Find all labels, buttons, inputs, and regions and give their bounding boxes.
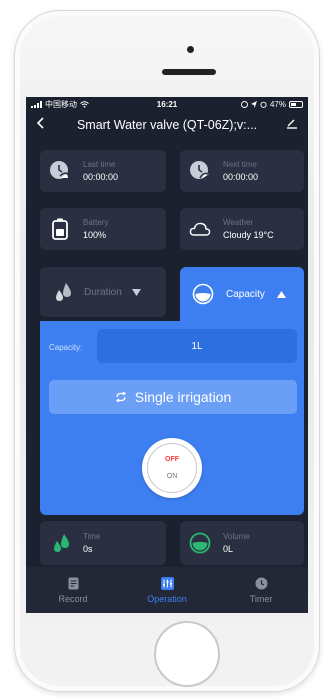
back-icon[interactable] <box>36 116 56 134</box>
tab-operation[interactable]: Operation <box>120 567 214 613</box>
wifi-icon <box>80 100 89 108</box>
next-time-value: 00:00:00 <box>223 172 259 182</box>
bottom-tab-bar: Record Operation Timer <box>26 567 308 613</box>
signal-icon <box>31 100 42 108</box>
edit-icon[interactable] <box>278 116 298 134</box>
clock-back-icon <box>49 160 71 182</box>
capacity-label: Capacity: <box>49 343 83 352</box>
nav-bar: Smart Water valve (QT-06Z);v:... <box>26 111 308 138</box>
single-irrigation-label: Single irrigation <box>134 389 232 405</box>
battery-icon <box>49 218 71 240</box>
weather-value: Cloudy 19°C <box>223 230 274 240</box>
single-irrigation-button[interactable]: Single irrigation <box>49 380 297 414</box>
capacity-panel: Capacity: 1L Single irrigation OFF ON <box>40 321 304 515</box>
front-camera <box>187 46 194 53</box>
sliders-icon <box>160 576 174 590</box>
status-bar: 中国移动 16:21 47% <box>26 97 308 111</box>
lock-rotation-icon <box>241 100 248 108</box>
switch-on-label: ON <box>166 473 178 480</box>
app-screen: 中国移动 16:21 47% Smart Water valve (QT-06Z… <box>26 97 308 613</box>
clock-icon <box>255 577 268 590</box>
gauge-circle-icon <box>192 283 214 305</box>
clock-forward-icon <box>189 160 211 182</box>
tab-timer[interactable]: Timer <box>214 567 308 613</box>
cloud-icon <box>189 218 211 240</box>
caret-down-icon <box>131 288 141 296</box>
tab-operation-label: Operation <box>147 593 187 604</box>
tab-duration[interactable]: Duration <box>40 267 166 317</box>
time-stat-card: Time 0s <box>40 521 166 565</box>
document-icon <box>68 577 79 590</box>
home-button[interactable] <box>154 621 220 687</box>
power-switch[interactable]: OFF ON <box>142 438 202 498</box>
next-time-card: Next time 00:00:00 <box>180 150 304 192</box>
carrier-name: 中国移动 <box>45 99 77 109</box>
green-drops-icon <box>49 532 71 554</box>
battery-value: 100% <box>83 230 107 240</box>
status-time: 16:21 <box>156 99 178 109</box>
earpiece-speaker <box>162 69 216 75</box>
last-time-value: 00:00:00 <box>83 172 119 182</box>
battery-label: Battery <box>83 218 109 227</box>
volume-stat-card: Volume 0L <box>180 521 304 565</box>
battery-card: Battery 100% <box>40 208 166 250</box>
last-time-label: Last time <box>83 160 116 169</box>
weather-card: Weather Cloudy 19°C <box>180 208 304 250</box>
time-stat-label: Time <box>83 532 101 541</box>
water-drops-icon <box>52 281 74 303</box>
volume-stat-label: Volume <box>223 532 250 541</box>
tab-record[interactable]: Record <box>26 567 120 613</box>
caret-up-icon <box>276 290 286 298</box>
tab-capacity[interactable]: Capacity <box>180 267 304 321</box>
location-icon <box>250 100 257 108</box>
alarm-icon <box>260 101 267 108</box>
capacity-value-field[interactable]: 1L <box>97 329 297 363</box>
battery-percent: 47% <box>269 99 286 109</box>
next-time-label: Next time <box>223 160 257 169</box>
page-title: Smart Water valve (QT-06Z);v:... <box>76 117 258 132</box>
tab-record-label: Record <box>58 593 88 604</box>
last-time-card: Last time 00:00:00 <box>40 150 166 192</box>
volume-stat-value: 0L <box>223 544 234 554</box>
switch-off-label: OFF <box>165 456 179 463</box>
tab-timer-label: Timer <box>249 593 273 604</box>
loop-icon <box>115 392 127 402</box>
battery-status-icon <box>289 100 303 108</box>
time-stat-value: 0s <box>83 544 93 554</box>
tab-capacity-label: Capacity <box>226 288 265 300</box>
tab-duration-label: Duration <box>84 286 122 298</box>
weather-label: Weather <box>223 218 254 227</box>
green-gauge-icon <box>189 532 211 554</box>
